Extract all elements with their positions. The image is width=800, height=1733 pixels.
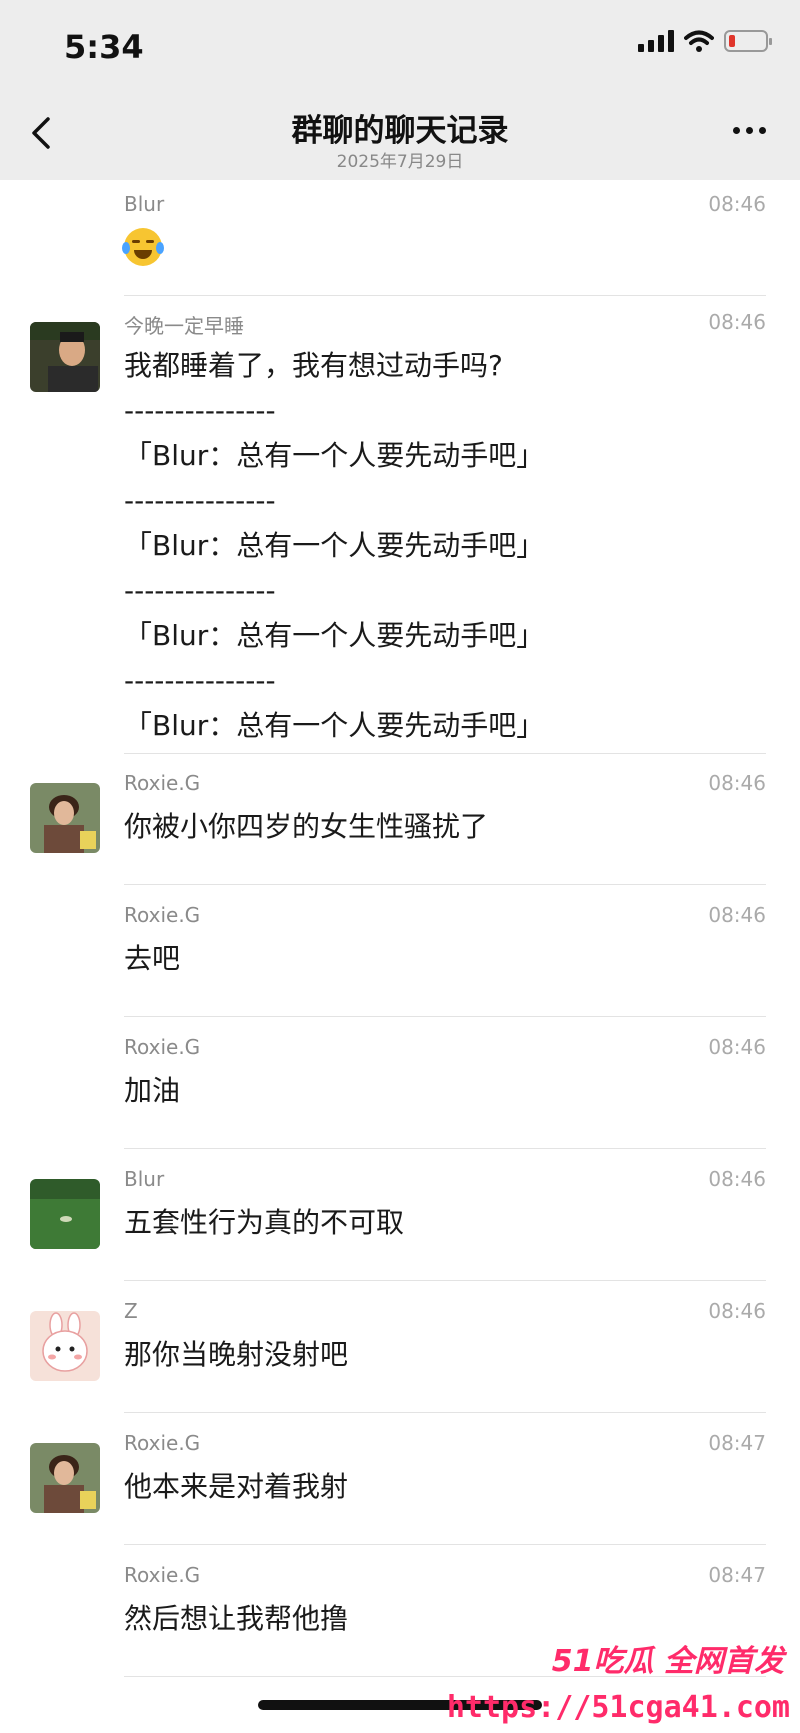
message-time: 08:46 <box>708 1167 766 1191</box>
message-body: 加油 <box>124 1074 181 1107</box>
message-list: Blur 08:46 今晚一定早睡 08:46 我都睡着了，我有想过动手吗? -… <box>0 180 800 1677</box>
message-line: --------------- <box>124 574 276 607</box>
message-line: 「Blur：总有一个人要先动手吧」 <box>124 529 545 562</box>
message-body: 他本来是对着我射 <box>124 1470 349 1503</box>
avatar[interactable] <box>30 1311 100 1381</box>
message-time: 08:46 <box>708 1035 766 1059</box>
message-line: 「Blur：总有一个人要先动手吧」 <box>124 619 545 652</box>
green-field-avatar-icon <box>30 1179 100 1249</box>
message-body: 然后想让我帮他撸 <box>124 1602 349 1635</box>
message-line: 「Blur：总有一个人要先动手吧」 <box>124 439 545 472</box>
message-sender: Blur <box>124 1167 165 1191</box>
message-sender: Roxie.G <box>124 771 201 795</box>
message-sender: Z <box>124 1299 138 1323</box>
wifi-icon <box>684 30 714 52</box>
status-bar: 5:34 <box>0 0 800 95</box>
list-item: Roxie.G 08:46 加油 <box>0 1017 800 1149</box>
message-body: 你被小你四岁的女生性骚扰了 <box>124 810 489 843</box>
message-time: 08:46 <box>708 192 766 216</box>
message-sender: 今晚一定早睡 <box>124 314 244 338</box>
list-item: Blur 08:46 <box>0 180 800 296</box>
message-body <box>122 228 164 279</box>
list-item: Roxie.G 08:46 去吧 <box>0 885 800 1017</box>
watermark-url: https://51cga41.com <box>446 1690 790 1725</box>
message-sender: Roxie.G <box>124 903 201 927</box>
message-line: --------------- <box>124 484 276 517</box>
message-line: --------------- <box>124 394 276 427</box>
list-item: Roxie.G 08:46 你被小你四岁的女生性骚扰了 <box>0 753 800 885</box>
cellular-signal-icon <box>638 30 674 52</box>
message-time: 08:47 <box>708 1431 766 1455</box>
list-item: 今晚一定早睡 08:46 我都睡着了，我有想过动手吗? ------------… <box>0 295 800 755</box>
page-title: 群聊的聊天记录 <box>291 113 509 149</box>
list-item: Z 08:46 那你当晚射没射吧 <box>0 1281 800 1413</box>
message-body: 那你当晚射没射吧 <box>124 1338 349 1371</box>
avatar[interactable] <box>30 322 100 392</box>
battery-icon <box>724 30 772 52</box>
message-line: --------------- <box>124 664 276 697</box>
message-sender: Blur <box>124 192 165 216</box>
message-sender: Roxie.G <box>124 1563 201 1587</box>
message-body: 我都睡着了，我有想过动手吗? --------------- 「Blur：总有一… <box>124 343 544 748</box>
message-sender: Roxie.G <box>124 1035 201 1059</box>
message-time: 08:46 <box>708 1299 766 1323</box>
more-options-icon[interactable] <box>733 127 766 134</box>
watermark-brand: 51吃瓜 全网首发 <box>551 1644 784 1679</box>
man-photo-avatar-icon <box>30 322 100 392</box>
status-icons <box>638 30 772 52</box>
message-time: 08:46 <box>708 310 766 334</box>
avatar[interactable] <box>30 1443 100 1513</box>
message-time: 08:46 <box>708 771 766 795</box>
message-body: 去吧 <box>124 942 181 975</box>
message-line: 我都睡着了，我有想过动手吗? <box>124 349 503 382</box>
woman-photo-avatar-icon <box>30 1443 100 1513</box>
avatar[interactable] <box>30 1179 100 1249</box>
list-item: Roxie.G 08:47 他本来是对着我射 <box>0 1413 800 1545</box>
watermark: 51吃瓜 全网首发 https://51cga41.com <box>447 1628 794 1733</box>
cartoon-bunny-avatar-icon <box>30 1311 100 1381</box>
crying-laughing-emoji-icon <box>122 228 164 266</box>
status-time: 5:34 <box>64 28 144 66</box>
woman-photo-avatar-icon <box>30 783 100 853</box>
message-line: 「Blur：总有一个人要先动手吧」 <box>124 709 545 742</box>
list-item: Blur 08:46 五套性行为真的不可取 <box>0 1149 800 1281</box>
message-time: 08:47 <box>708 1563 766 1587</box>
message-body: 五套性行为真的不可取 <box>124 1206 405 1239</box>
message-time: 08:46 <box>708 903 766 927</box>
page-subtitle-date: 2025年7月29日 <box>336 152 464 172</box>
nav-bar: 群聊的聊天记录 2025年7月29日 <box>0 95 800 180</box>
avatar[interactable] <box>30 783 100 853</box>
message-sender: Roxie.G <box>124 1431 201 1455</box>
